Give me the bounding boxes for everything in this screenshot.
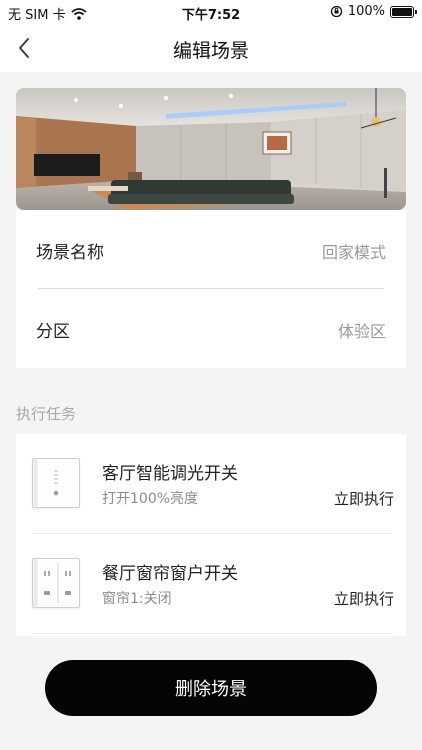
scene-info-card: 场景名称 回家模式 分区 体验区 <box>16 210 406 368</box>
nav-bar: 编辑场景 <box>0 24 422 72</box>
scene-zone-value: 体验区 <box>337 322 386 341</box>
living-room-illustration <box>16 88 406 210</box>
status-bar: 无 SIM 卡 下午7:52 100% <box>0 0 422 24</box>
task-list: 客厅智能调光开关 打开100%亮度 立即执行 餐厅窗帘窗户开关 窗帘1:关闭 立… <box>16 434 406 636</box>
task-exec-label: 立即执行 <box>333 490 394 508</box>
task-action: 窗帘1:关闭 <box>102 591 172 607</box>
status-right: 100% <box>330 4 417 19</box>
scene-name-label: 场景名称 <box>36 243 104 263</box>
curtain-switch-icon <box>32 558 80 608</box>
page-title: 编辑场景 <box>172 40 249 62</box>
task-device-name: 客厅智能调光开关 <box>102 464 238 484</box>
scene-name-row[interactable]: 场景名称 回家模式 <box>16 210 406 288</box>
dimmer-switch-icon <box>32 458 80 508</box>
task-action: 打开100%亮度 <box>102 491 199 507</box>
scene-zone-row[interactable]: 分区 体验区 <box>16 289 406 367</box>
task-exec-label: 立即执行 <box>333 590 394 608</box>
task-device-name: 餐厅窗帘窗户开关 <box>102 564 238 584</box>
delete-scene-button[interactable]: 删除场景 <box>45 660 377 716</box>
scene-zone-label: 分区 <box>36 322 70 342</box>
task-item[interactable]: 餐厅窗帘窗户开关 窗帘1:关闭 立即执行 <box>16 534 406 634</box>
battery-icon <box>390 5 417 18</box>
battery-percent: 100% <box>347 4 385 19</box>
scene-name-value: 回家模式 <box>321 243 386 262</box>
divider <box>32 633 392 634</box>
task-item[interactable]: 客厅智能调光开关 打开100%亮度 立即执行 <box>16 434 406 534</box>
tasks-section-title: 执行任务 <box>16 405 77 423</box>
scene-cover-image <box>16 88 406 210</box>
orientation-lock-icon <box>330 5 342 18</box>
